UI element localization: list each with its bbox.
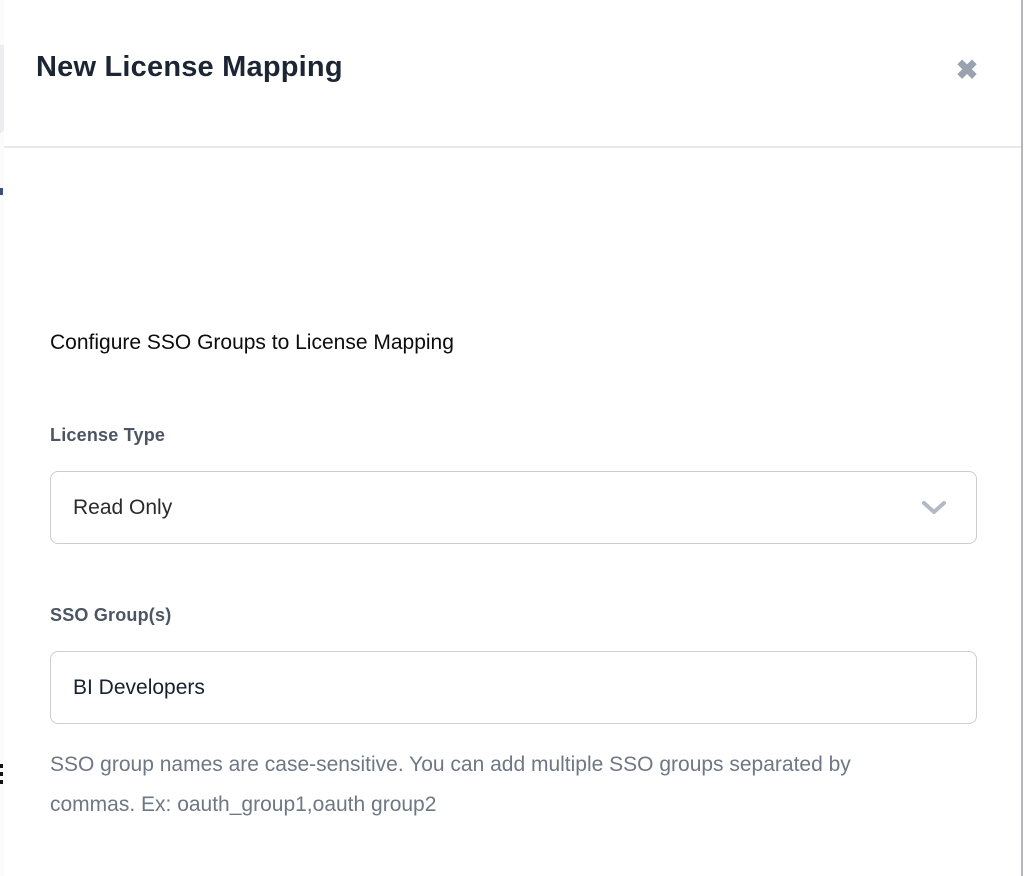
chevron-down-icon [922, 501, 946, 515]
license-type-label: License Type [50, 425, 165, 446]
background-list-icon-fragment [0, 764, 3, 768]
dialog-header: New License Mapping ✖ [4, 0, 1021, 146]
close-icon: ✖ [956, 57, 979, 84]
sso-groups-input[interactable] [50, 651, 977, 724]
screen: New License Mapping ✖ Configure SSO Grou… [0, 0, 1028, 876]
new-license-mapping-dialog: New License Mapping ✖ Configure SSO Grou… [4, 0, 1023, 876]
dialog-title: New License Mapping [36, 51, 343, 84]
header-divider [4, 146, 1021, 148]
sso-groups-help-text: SSO group names are case-sensitive. You … [50, 745, 890, 825]
background-bullet-fragment [0, 188, 3, 195]
close-button[interactable]: ✖ [949, 52, 985, 88]
license-type-select[interactable]: Read Only [50, 471, 977, 544]
background-list-icon-fragment [0, 780, 3, 784]
background-list-icon-fragment [0, 772, 3, 776]
license-type-selected-value: Read Only [73, 496, 172, 520]
dialog-subtitle: Configure SSO Groups to License Mapping [50, 331, 454, 355]
sso-groups-label: SSO Group(s) [50, 605, 171, 626]
